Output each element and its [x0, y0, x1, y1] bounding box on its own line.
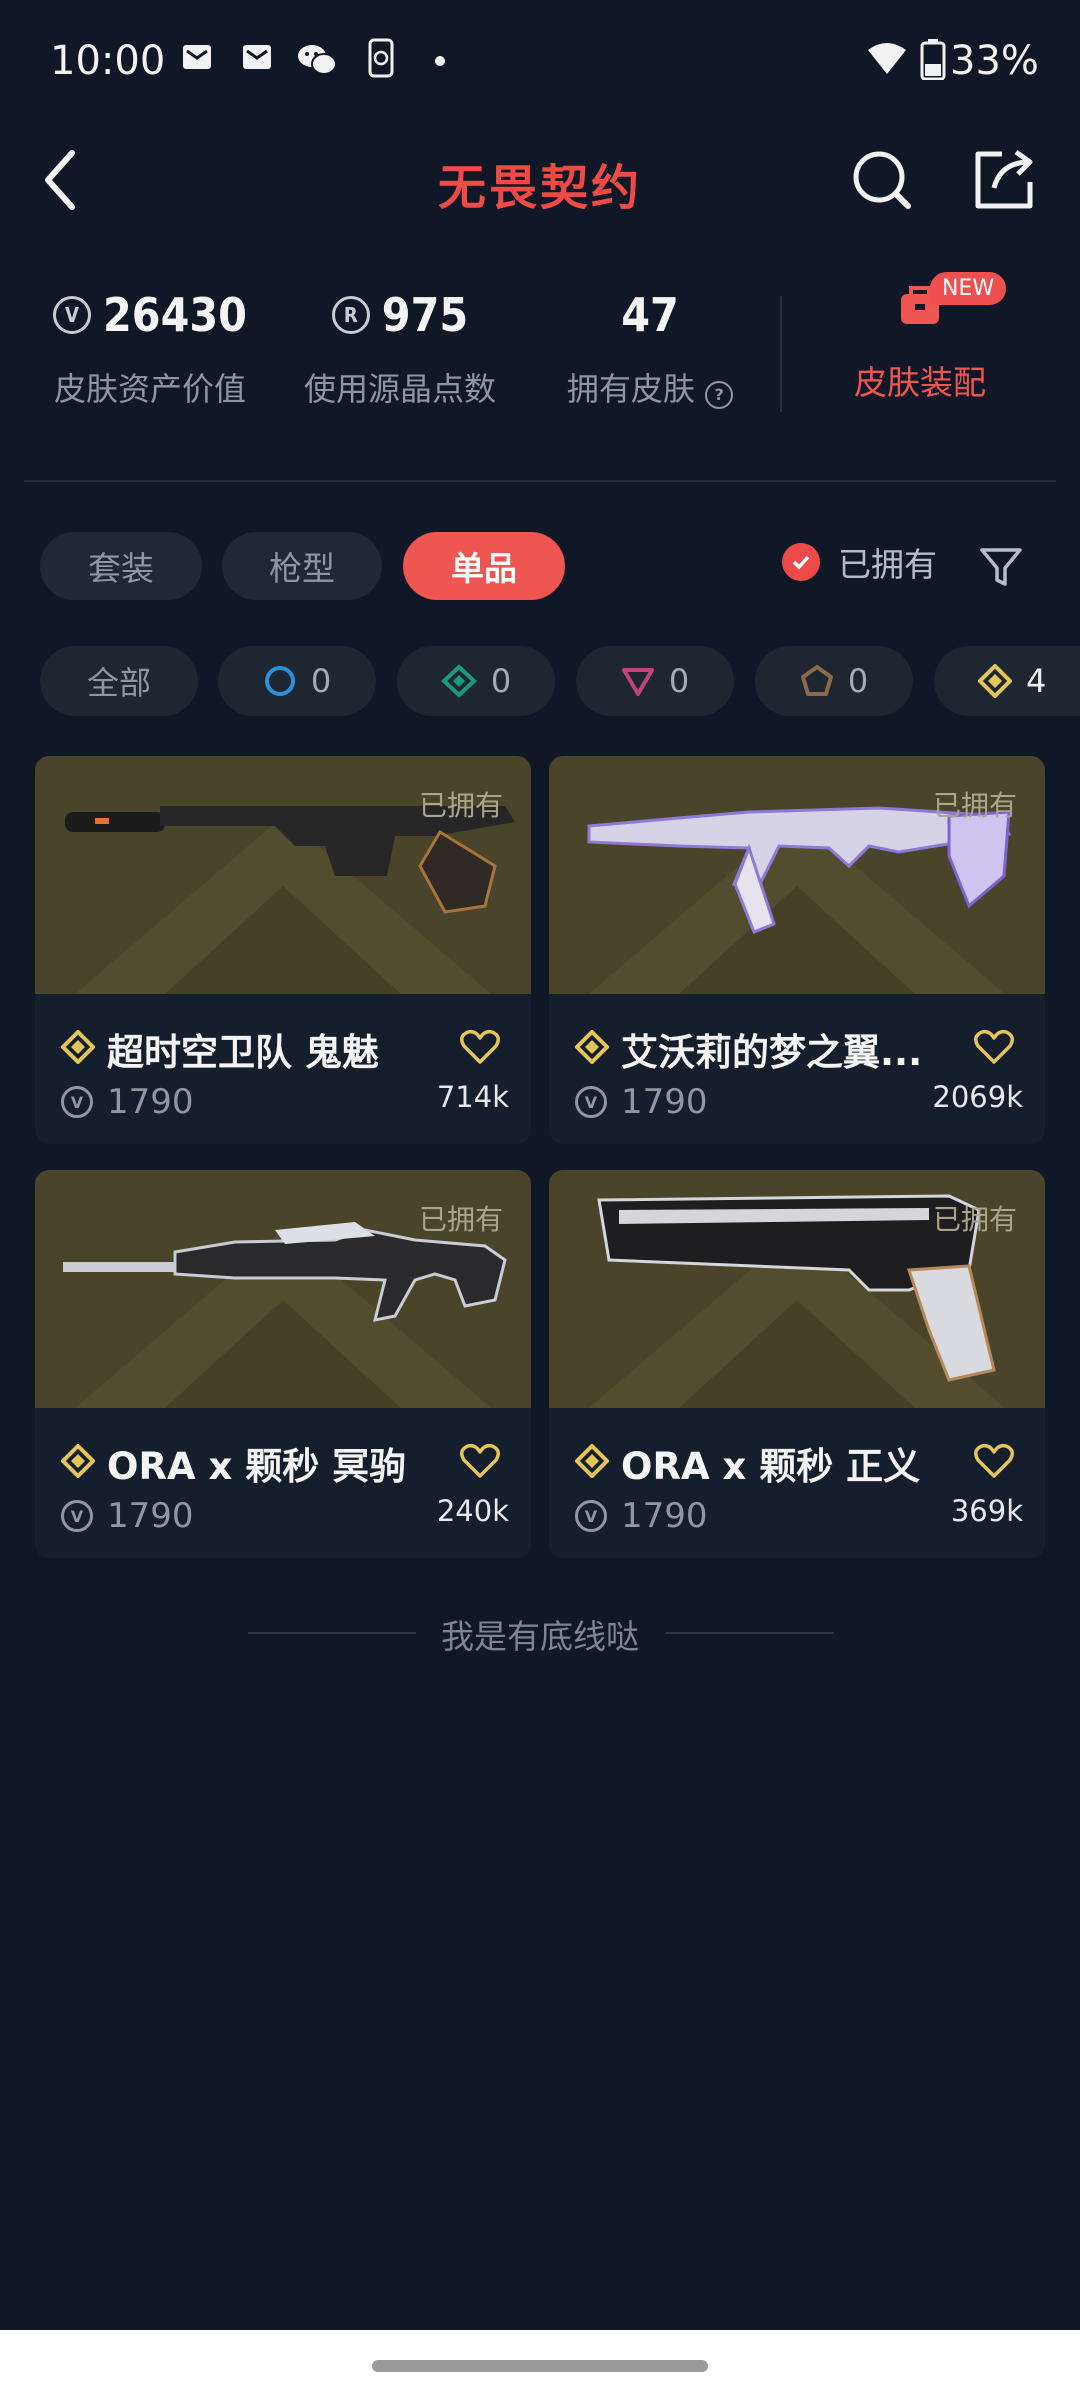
- like-count: 240k: [436, 1494, 509, 1528]
- skin-price: 1790: [621, 1082, 708, 1122]
- exclusive-tier-icon: [61, 1030, 95, 1064]
- rarity-filter-deluxe[interactable]: 0: [397, 646, 555, 716]
- mail-notification-icon-2: [243, 45, 271, 69]
- exclusive-tier-icon: [575, 1444, 609, 1478]
- filter-icon[interactable]: [978, 544, 1024, 590]
- skin-name: ORA x 颗秒 冥驹: [107, 1445, 407, 1488]
- owned-label: 已拥有: [418, 1203, 503, 1236]
- rarity-filter-exclusive[interactable]: 4: [934, 646, 1080, 716]
- valorant-points-icon: V: [575, 1500, 607, 1532]
- skin-price: 1790: [107, 1496, 194, 1536]
- radianite-icon: R: [331, 296, 370, 334]
- skin-card[interactable]: 已拥有 ORA x 颗秒 冥驹 V 1790 240k: [35, 1170, 531, 1558]
- notification-dot: [435, 56, 445, 66]
- owned-filter-label: 已拥有: [838, 545, 937, 584]
- phone-sync-icon: [368, 38, 394, 78]
- checkbox-checked-icon: [782, 543, 820, 581]
- mail-notification-icon: [183, 45, 211, 69]
- footer-line-right: [666, 1632, 834, 1634]
- new-badge: NEW: [930, 272, 1007, 305]
- valorant-points-icon: V: [575, 1086, 607, 1118]
- end-of-list-text: 我是有底线哒: [441, 1617, 639, 1656]
- tab-bundles[interactable]: 套装: [40, 532, 202, 600]
- skin-price: 1790: [107, 1082, 194, 1122]
- favorite-heart-icon[interactable]: [459, 1028, 501, 1066]
- skin-name: ORA x 颗秒 正义: [621, 1445, 921, 1488]
- rarity-filter-ultra[interactable]: 0: [755, 646, 913, 716]
- exclusive-tier-icon: [575, 1030, 609, 1064]
- owned-label: 已拥有: [932, 1203, 1017, 1236]
- home-gesture-handle[interactable]: [372, 2360, 708, 2372]
- rarity-filter-select[interactable]: 0: [218, 646, 376, 716]
- wechat-icon: [298, 45, 337, 75]
- owned-label: 已拥有: [932, 789, 1017, 822]
- skin-price: 1790: [621, 1496, 708, 1536]
- skin-card[interactable]: 已拥有 超时空卫队 鬼魅 V 1790 714k: [35, 756, 531, 1144]
- skin-name: 超时空卫队 鬼魅: [107, 1031, 379, 1074]
- owned-filter-toggle[interactable]: 已拥有: [782, 538, 937, 586]
- skin-card[interactable]: 已拥有 ORA x 颗秒 正义 V 1790 369k: [549, 1170, 1045, 1558]
- search-icon[interactable]: [850, 148, 914, 212]
- ultra-tier-icon: [800, 665, 833, 696]
- valorant-points-icon: V: [61, 1086, 93, 1118]
- favorite-heart-icon[interactable]: [973, 1442, 1015, 1480]
- like-count: 369k: [950, 1494, 1023, 1528]
- premium-tier-icon: [621, 668, 654, 696]
- section-divider: [24, 480, 1056, 482]
- help-icon[interactable]: ?: [705, 380, 734, 409]
- like-count: 2069k: [932, 1080, 1023, 1114]
- owned-label: 已拥有: [418, 789, 503, 822]
- exclusive-tier-icon: [61, 1444, 95, 1478]
- wifi-icon: [868, 43, 906, 74]
- page-title: 无畏契约: [437, 160, 642, 216]
- skin-card[interactable]: 已拥有 艾沃莉的梦之翼... V 1790 2069k: [549, 756, 1045, 1144]
- stat-owned-skins[interactable]: 47 拥有皮肤 ?: [540, 288, 760, 410]
- skin-name: 艾沃莉的梦之翼...: [621, 1031, 923, 1074]
- rarity-filter-all[interactable]: 全部: [40, 646, 198, 716]
- status-time: 10:00: [50, 38, 166, 84]
- valorant-points-icon: V: [61, 1500, 93, 1532]
- tab-weapon-type[interactable]: 枪型: [222, 532, 382, 600]
- favorite-heart-icon[interactable]: [973, 1028, 1015, 1066]
- exclusive-tier-icon: [978, 664, 1012, 698]
- valorant-points-icon: V: [53, 296, 91, 334]
- battery-icon: [920, 39, 946, 80]
- tab-single-items[interactable]: 单品: [403, 532, 565, 600]
- stat-divider: [780, 296, 782, 412]
- select-tier-icon: [264, 666, 295, 696]
- like-count: 714k: [436, 1080, 509, 1114]
- deluxe-tier-icon: [440, 664, 477, 698]
- share-icon[interactable]: [972, 148, 1036, 212]
- rarity-filter-premium[interactable]: 0: [576, 646, 734, 716]
- favorite-heart-icon[interactable]: [459, 1442, 501, 1480]
- stat-asset-value: V 26430 皮肤资产价值: [53, 288, 247, 408]
- stat-radianite: R 975 使用源晶点数: [303, 288, 496, 408]
- battery-percent: 33%: [950, 38, 1039, 84]
